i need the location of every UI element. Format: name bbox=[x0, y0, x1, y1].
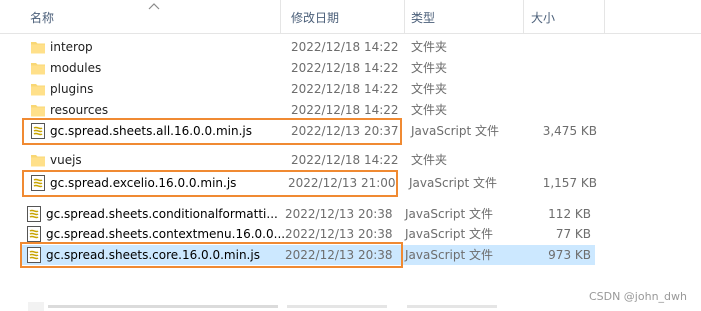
folder-icon bbox=[30, 152, 46, 168]
column-header: 名称 修改日期 类型 大小 bbox=[0, 0, 701, 34]
highlight-box bbox=[20, 242, 403, 268]
file-type: 文件夹 bbox=[411, 82, 448, 96]
file-size: 77 KB bbox=[555, 227, 591, 241]
js-file-icon bbox=[28, 302, 44, 311]
file-date: 2022/12/13 20:38 bbox=[285, 207, 393, 221]
folder-icon bbox=[30, 60, 46, 76]
list-item[interactable]: interop 2022/12/18 14:22 文件夹 bbox=[22, 37, 597, 57]
column-type-header[interactable]: 类型 bbox=[411, 9, 435, 26]
file-name: gc.spread.sheets.conditionalformatti... bbox=[46, 207, 278, 221]
folder-icon bbox=[30, 102, 46, 118]
file-date: 2022/12/18 14:22 bbox=[291, 103, 399, 117]
highlight-box bbox=[22, 170, 398, 197]
list-item[interactable]: modules 2022/12/18 14:22 文件夹 bbox=[22, 58, 597, 78]
file-date: 2022/12/18 14:22 bbox=[291, 82, 399, 96]
file-type: JavaScript 文件 bbox=[409, 176, 497, 190]
file-type: 文件夹 bbox=[411, 153, 448, 167]
column-size-header[interactable]: 大小 bbox=[531, 9, 555, 26]
file-type: JavaScript 文件 bbox=[405, 227, 493, 241]
js-file-icon bbox=[26, 206, 42, 222]
list-item[interactable]: vuejs 2022/12/18 14:22 文件夹 bbox=[22, 150, 597, 170]
list-item[interactable]: gc.spread.sheets.contextmenu.16.0.0.... … bbox=[20, 224, 595, 244]
file-date-fragment bbox=[287, 305, 387, 308]
list-item[interactable]: resources 2022/12/18 14:22 文件夹 bbox=[22, 100, 597, 120]
highlight-box bbox=[22, 118, 402, 145]
file-size: 112 KB bbox=[548, 207, 591, 221]
folder-icon bbox=[30, 81, 46, 97]
file-type: 文件夹 bbox=[411, 103, 448, 117]
file-size: 973 KB bbox=[548, 248, 591, 262]
file-type-fragment bbox=[407, 305, 497, 308]
file-type: 文件夹 bbox=[411, 40, 448, 54]
file-date: 2022/12/18 14:22 bbox=[291, 61, 399, 75]
list-item[interactable]: plugins 2022/12/18 14:22 文件夹 bbox=[22, 79, 597, 99]
file-name-fragment bbox=[48, 305, 278, 308]
folder-icon bbox=[30, 39, 46, 55]
file-type: JavaScript 文件 bbox=[411, 124, 499, 138]
file-type: JavaScript 文件 bbox=[405, 248, 493, 262]
file-date: 2022/12/18 14:22 bbox=[291, 40, 399, 54]
file-size: 1,157 KB bbox=[542, 176, 597, 190]
list-item[interactable]: gc.spread.sheets.conditionalformatti... … bbox=[20, 204, 595, 224]
column-name-header[interactable]: 名称 bbox=[30, 9, 54, 26]
js-file-icon bbox=[26, 226, 42, 242]
column-divider[interactable] bbox=[280, 0, 281, 33]
column-divider[interactable] bbox=[523, 0, 524, 33]
file-size: 3,475 KB bbox=[542, 124, 597, 138]
watermark: CSDN @john_dwh bbox=[588, 290, 687, 303]
file-type: JavaScript 文件 bbox=[405, 207, 493, 221]
sort-ascending-icon bbox=[148, 3, 160, 10]
file-name: modules bbox=[50, 61, 102, 75]
file-name: resources bbox=[50, 103, 109, 117]
file-name: plugins bbox=[50, 82, 94, 96]
file-date: 2022/12/18 14:22 bbox=[291, 153, 399, 167]
file-type: 文件夹 bbox=[411, 61, 448, 75]
file-date: 2022/12/13 20:38 bbox=[285, 227, 393, 241]
file-name: interop bbox=[50, 40, 93, 54]
list-item-partial[interactable] bbox=[22, 302, 597, 311]
column-divider[interactable] bbox=[604, 0, 605, 33]
file-name: gc.spread.sheets.contextmenu.16.0.0.... bbox=[46, 227, 289, 241]
column-divider[interactable] bbox=[404, 0, 405, 33]
file-name: vuejs bbox=[50, 153, 82, 167]
column-date-header[interactable]: 修改日期 bbox=[291, 9, 339, 26]
